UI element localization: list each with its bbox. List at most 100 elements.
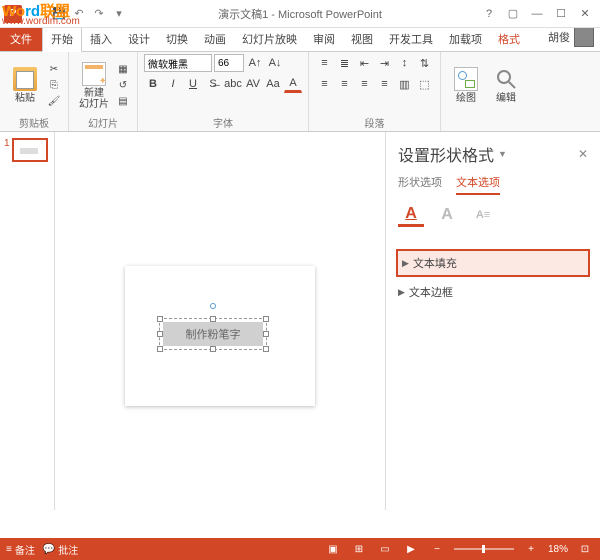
slide-thumbnail-panel: 1 — [0, 132, 55, 510]
group-font: A↑ A↓ B I U S̶ abc AV Aa A 字体 — [138, 52, 309, 131]
textbox-selected[interactable]: 制作粉笔字 — [163, 322, 263, 346]
italic-button[interactable]: I — [164, 75, 182, 93]
columns-button[interactable]: ▥ — [395, 75, 414, 93]
align-center-button[interactable]: ≡ — [335, 75, 354, 93]
group-slides: 新建 幻灯片 ▦ ↺ ▤ 幻灯片 — [69, 52, 138, 131]
zoom-slider[interactable] — [454, 548, 514, 550]
text-fill-outline-icon[interactable]: A — [398, 203, 424, 227]
group-drawing: 绘图 编辑 — [441, 52, 531, 131]
close-button[interactable]: ✕ — [574, 6, 596, 22]
case-button[interactable]: Aa — [264, 75, 282, 93]
font-color-button[interactable]: A — [284, 75, 302, 93]
tab-review[interactable]: 审阅 — [305, 27, 343, 51]
tab-developer[interactable]: 开发工具 — [381, 27, 441, 51]
font-name-input[interactable] — [144, 54, 212, 72]
bullets-button[interactable]: ≡ — [315, 54, 334, 72]
paste-button[interactable]: 粘贴 — [6, 67, 44, 104]
shadow-button[interactable]: abc — [224, 75, 242, 93]
ribbon: 粘贴 ✂ ⎘ 🖌 剪贴板 新建 幻灯片 ▦ ↺ ▤ 幻灯片 — [0, 52, 600, 132]
tab-animations[interactable]: 动画 — [196, 27, 234, 51]
status-bar: ≡ 备注 💬 批注 ▣ ⊞ ▭ ▶ − + 18% ⊡ — [0, 538, 600, 560]
notes-button[interactable]: ≡ 备注 — [6, 542, 35, 557]
slide-number: 1 — [4, 138, 10, 162]
tab-addins[interactable]: 加载项 — [441, 27, 490, 51]
spacing-button[interactable]: AV — [244, 75, 262, 93]
underline-button[interactable]: U — [184, 75, 202, 93]
tab-transitions[interactable]: 切换 — [158, 27, 196, 51]
window-title: 演示文稿1 - Microsoft PowerPoint — [218, 6, 382, 22]
shapes-icon — [454, 67, 478, 91]
tab-design[interactable]: 设计 — [120, 27, 158, 51]
tab-home[interactable]: 开始 — [42, 26, 82, 52]
zoom-level[interactable]: 18% — [548, 544, 568, 555]
zoom-out-button[interactable]: − — [428, 542, 446, 556]
paste-icon — [13, 67, 37, 91]
avatar-icon — [574, 27, 594, 47]
section-icon[interactable]: ▤ — [115, 95, 131, 109]
fit-window-button[interactable]: ⊡ — [576, 542, 594, 556]
new-slide-button[interactable]: 新建 幻灯片 — [75, 62, 113, 110]
section-text-outline[interactable]: ▶ 文本边框 — [398, 279, 588, 305]
zoom-in-button[interactable]: + — [522, 542, 540, 556]
text-direction-button[interactable]: ⇅ — [415, 54, 434, 72]
minimize-button[interactable]: ― — [526, 6, 548, 22]
increase-font-icon[interactable]: A↑ — [246, 54, 264, 72]
tab-view[interactable]: 视图 — [343, 27, 381, 51]
help-icon[interactable]: ? — [478, 6, 500, 22]
pane-tabs: 形状选项 文本选项 — [398, 174, 588, 195]
reading-view-button[interactable]: ▭ — [376, 542, 394, 556]
font-size-input[interactable] — [214, 54, 244, 72]
justify-button[interactable]: ≡ — [375, 75, 394, 93]
editing-button[interactable]: 编辑 — [487, 67, 525, 104]
section-text-fill[interactable]: ▶ 文本填充 — [396, 249, 590, 277]
align-left-button[interactable]: ≡ — [315, 75, 334, 93]
align-right-button[interactable]: ≡ — [355, 75, 374, 93]
line-spacing-button[interactable]: ↕ — [395, 54, 414, 72]
sorter-view-button[interactable]: ⊞ — [350, 542, 368, 556]
redo-icon[interactable]: ↷ — [92, 7, 106, 21]
title-bar: Word联盟 www.wordlm.com P 💾 ↶ ↷ ▾ 演示文稿1 - … — [0, 0, 600, 28]
normal-view-button[interactable]: ▣ — [324, 542, 342, 556]
slide[interactable]: 制作粉笔字 — [125, 266, 315, 406]
slide-canvas[interactable]: 制作粉笔字 — [55, 132, 385, 510]
ribbon-options-icon[interactable]: ▢ — [502, 6, 524, 22]
find-icon — [494, 67, 518, 91]
tab-insert[interactable]: 插入 — [82, 27, 120, 51]
text-effects-icon[interactable]: A — [434, 203, 460, 227]
pane-tab-shape[interactable]: 形状选项 — [398, 174, 442, 195]
pane-close-button[interactable]: ✕ — [578, 147, 588, 161]
group-paragraph: ≡ ≣ ⇤ ⇥ ↕ ⇅ ≡ ≡ ≡ ≡ ▥ ⬚ 段落 — [309, 52, 441, 131]
smartart-button[interactable]: ⬚ — [415, 75, 434, 93]
indent-inc-button[interactable]: ⇥ — [375, 54, 394, 72]
copy-icon[interactable]: ⎘ — [46, 79, 62, 93]
pane-dropdown-icon[interactable]: ▼ — [498, 149, 507, 159]
comments-button[interactable]: 💬 批注 — [43, 542, 78, 557]
textbox-content[interactable]: 制作粉笔字 — [163, 322, 263, 346]
numbering-button[interactable]: ≣ — [335, 54, 354, 72]
maximize-button[interactable]: ☐ — [550, 6, 572, 22]
slideshow-view-button[interactable]: ▶ — [402, 542, 420, 556]
format-shape-pane: 设置形状格式 ▼ ✕ 形状选项 文本选项 A A A≡ ▶ 文本填充 ▶ 文本边… — [385, 132, 600, 510]
pane-category-icons: A A A≡ — [398, 203, 588, 235]
textbox-icon[interactable]: A≡ — [470, 203, 496, 227]
rotate-handle[interactable] — [210, 303, 216, 309]
tab-format[interactable]: 格式 — [490, 27, 528, 51]
drawing-button[interactable]: 绘图 — [447, 67, 485, 104]
group-clipboard: 粘贴 ✂ ⎘ 🖌 剪贴板 — [0, 52, 69, 131]
tab-slideshow[interactable]: 幻灯片放映 — [234, 27, 305, 51]
expand-icon: ▶ — [398, 287, 405, 298]
strike-button[interactable]: S̶ — [204, 75, 222, 93]
pane-tab-text[interactable]: 文本选项 — [456, 174, 500, 195]
layout-icon[interactable]: ▦ — [115, 63, 131, 77]
expand-icon: ▶ — [402, 258, 409, 269]
username-label: 胡俊 — [548, 29, 570, 45]
slide-thumbnail[interactable] — [12, 138, 48, 162]
qat-dropdown-icon[interactable]: ▾ — [112, 7, 126, 21]
reset-icon[interactable]: ↺ — [115, 79, 131, 93]
indent-dec-button[interactable]: ⇤ — [355, 54, 374, 72]
format-painter-icon[interactable]: 🖌 — [46, 95, 62, 109]
tab-file[interactable]: 文件 — [0, 27, 42, 51]
cut-icon[interactable]: ✂ — [46, 63, 62, 77]
decrease-font-icon[interactable]: A↓ — [266, 54, 284, 72]
bold-button[interactable]: B — [144, 75, 162, 93]
